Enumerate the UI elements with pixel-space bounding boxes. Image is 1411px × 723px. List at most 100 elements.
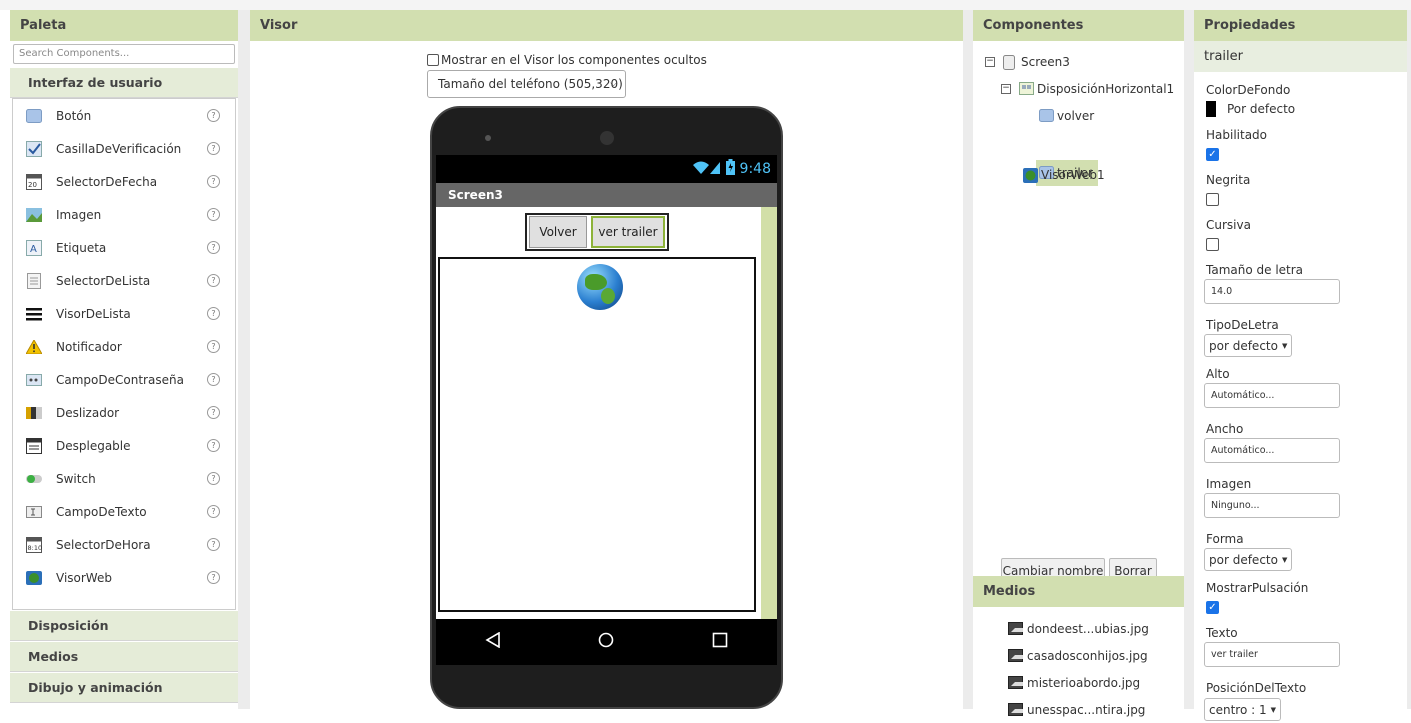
search-input[interactable]: Search Components... (13, 44, 235, 64)
prop-fonttype-value: por defecto (1209, 338, 1278, 353)
clock-time: 9:48 (739, 161, 771, 177)
category-drawing[interactable]: Dibujo y animación (10, 672, 238, 703)
back-icon[interactable] (485, 631, 501, 653)
palette-item-label: Desplegable (56, 438, 131, 453)
palette-item-button[interactable]: Botón ? (13, 99, 235, 132)
palette-item-label: SelectorDeFecha (56, 174, 158, 189)
image-file-icon (1008, 703, 1023, 716)
password-icon (25, 371, 43, 389)
palette-item-spinner[interactable]: Desplegable ? (13, 429, 235, 462)
volver-button[interactable]: Volver (529, 216, 587, 248)
palette-item-checkbox[interactable]: CasillaDeVerificación ? (13, 132, 235, 165)
help-icon[interactable]: ? (207, 505, 220, 518)
speaker-icon (600, 131, 614, 145)
top-stripe (0, 0, 1411, 10)
prop-height-input[interactable]: Automático... (1204, 383, 1340, 408)
phone-size-value: Tamaño del teléfono (505,320) (438, 77, 623, 91)
palette-item-label[interactable]: A Etiqueta ? (13, 231, 235, 264)
help-icon[interactable]: ? (207, 109, 220, 122)
gutter (963, 10, 973, 709)
help-icon[interactable]: ? (207, 208, 220, 221)
prop-fonttype-label: TipoDeLetra (1206, 318, 1279, 332)
palette-item-switch[interactable]: Switch ? (13, 462, 235, 495)
tree-label: Screen3 (1021, 55, 1070, 69)
help-icon[interactable]: ? (207, 307, 220, 320)
web-viewer[interactable] (438, 257, 756, 612)
notifier-icon (25, 338, 43, 356)
viewer-title: Visor (250, 10, 963, 41)
prop-enabled-checkbox[interactable]: ✓ (1206, 148, 1219, 161)
palette-item-image[interactable]: Imagen ? (13, 198, 235, 231)
palette-item-listview[interactable]: VisorDeLista ? (13, 297, 235, 330)
prop-image-input[interactable]: Ninguno... (1204, 493, 1340, 518)
prop-textpos-label: PosiciónDelTexto (1206, 681, 1307, 695)
tree-item-harr[interactable]: − DisposiciónHorizontal1 (1001, 78, 1174, 100)
palette-item-label: VisorWeb (56, 570, 112, 585)
prop-feedback-checkbox[interactable]: ✓ (1206, 601, 1219, 614)
spinner-icon (25, 437, 43, 455)
category-layout[interactable]: Disposición (10, 610, 238, 641)
home-icon[interactable] (598, 632, 614, 653)
prop-fonttype-dropdown[interactable]: por defecto ▼ (1204, 334, 1293, 357)
prop-text-input[interactable]: ver trailer (1204, 642, 1340, 667)
properties-panel: Propiedades trailer ColorDeFondo Por def… (1194, 10, 1407, 721)
caret-down-icon: ▼ (1270, 705, 1276, 714)
help-icon[interactable]: ? (207, 274, 220, 287)
prop-textpos-dropdown[interactable]: centro : 1 ▼ (1204, 698, 1281, 721)
help-icon[interactable]: ? (207, 538, 220, 551)
svg-text:20: 20 (28, 181, 37, 189)
category-user-interface[interactable]: Interfaz de usuario (10, 67, 238, 98)
palette-item-timepicker[interactable]: 8:10 SelectorDeHora ? (13, 528, 235, 561)
web-viewer-icon (25, 569, 43, 587)
prop-width-input[interactable]: Automático... (1204, 438, 1340, 463)
palette-item-slider[interactable]: Deslizador ? (13, 396, 235, 429)
palette-item-textbox[interactable]: CampoDeTexto ? (13, 495, 235, 528)
help-icon[interactable]: ? (207, 142, 220, 155)
color-swatch (1206, 101, 1216, 117)
caret-down-icon: ▼ (1281, 555, 1288, 564)
palette-item-notifier[interactable]: Notificador ? (13, 330, 235, 363)
tree-item-webviewer[interactable]: VisorWeb1 (1023, 164, 1105, 186)
prop-shape-dropdown[interactable]: por defecto ▼ (1204, 548, 1293, 571)
palette-item-webviewer[interactable]: VisorWeb ? (13, 561, 235, 594)
prop-italic-checkbox[interactable] (1206, 238, 1219, 251)
help-icon[interactable]: ? (207, 406, 220, 419)
components-panel: Componentes − Screen3 − DisposiciónHoriz… (973, 10, 1184, 583)
collapse-icon[interactable]: − (1001, 84, 1011, 94)
help-icon[interactable]: ? (207, 175, 220, 188)
gutter (1407, 10, 1411, 709)
palette-item-label: SelectorDeLista (56, 273, 151, 288)
date-picker-icon: 20 (25, 173, 43, 191)
media-item[interactable]: dondeest...ubias.jpg (973, 615, 1184, 642)
prop-bgcolor[interactable]: Por defecto (1206, 101, 1295, 117)
help-icon[interactable]: ? (207, 571, 220, 584)
prop-bold-checkbox[interactable] (1206, 193, 1219, 206)
tree-item-screen[interactable]: − Screen3 (985, 51, 1070, 73)
chevron-down-icon: ⌵ (610, 79, 617, 89)
palette-item-label: Notificador (56, 339, 122, 354)
caret-down-icon: ▼ (1281, 341, 1288, 350)
help-icon[interactable]: ? (207, 373, 220, 386)
show-hidden-checkbox[interactable]: Mostrar en el Visor los componentes ocul… (427, 53, 707, 67)
checkbox[interactable] (427, 54, 439, 66)
help-icon[interactable]: ? (207, 340, 220, 353)
tree-item-volver[interactable]: volver (1039, 105, 1094, 127)
palette-item-password[interactable]: CampoDeContraseña ? (13, 363, 235, 396)
help-icon[interactable]: ? (207, 439, 220, 452)
media-item[interactable]: unesspac...ntira.jpg (973, 696, 1184, 723)
prop-fontsize-input[interactable]: 14.0 (1204, 279, 1340, 304)
palette-item-datepicker[interactable]: 20 SelectorDeFecha ? (13, 165, 235, 198)
scrollbar[interactable] (761, 207, 777, 619)
horizontal-arrangement[interactable]: Volver ver trailer (525, 213, 669, 251)
help-icon[interactable]: ? (207, 241, 220, 254)
phone-size-select[interactable]: Tamaño del teléfono (505,320) ⌵ (427, 70, 626, 98)
collapse-icon[interactable]: − (985, 57, 995, 67)
category-media[interactable]: Medios (10, 641, 238, 672)
palette-item-listpicker[interactable]: SelectorDeLista ? (13, 264, 235, 297)
media-item[interactable]: casadosconhijos.jpg (973, 642, 1184, 669)
ver-trailer-button[interactable]: ver trailer (591, 216, 665, 248)
media-item[interactable]: misterioabordo.jpg (973, 669, 1184, 696)
help-icon[interactable]: ? (207, 472, 220, 485)
recents-icon[interactable] (712, 632, 728, 653)
palette-item-label: Imagen (56, 207, 102, 222)
